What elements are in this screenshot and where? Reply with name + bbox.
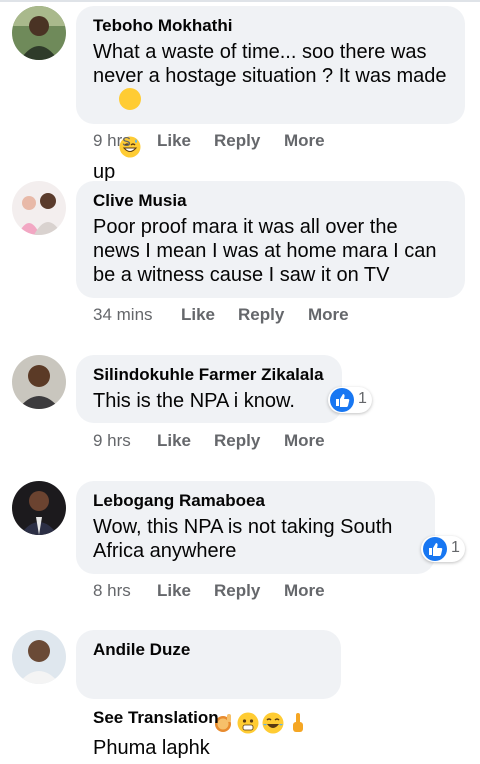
avatar[interactable]: [12, 481, 66, 535]
like-button[interactable]: Like: [157, 131, 191, 151]
comment-text: Wow, this NPA is not taking South Africa…: [93, 516, 397, 562]
comment-bubble: Andile Duze Phuma laphk: [76, 630, 341, 759]
comment-text: This is the NPA i know.: [93, 390, 295, 412]
see-translation-link[interactable]: See Translation: [93, 708, 219, 728]
comment-bubble: Lebogang Ramaboea Wow, this NPA is not t…: [76, 481, 435, 574]
like-button[interactable]: Like: [157, 581, 191, 601]
reply-button[interactable]: Reply: [214, 581, 260, 601]
reaction-badge[interactable]: 1: [421, 536, 465, 562]
tears-of-joy-emoji-icon: [262, 664, 284, 734]
timestamp[interactable]: 9 hrs: [93, 131, 131, 151]
comment-bubble: Silindokuhle Farmer Zikalala This is the…: [76, 355, 342, 423]
avatar[interactable]: [12, 6, 66, 60]
reaction-count: 1: [451, 539, 460, 556]
reply-button[interactable]: Reply: [214, 131, 260, 151]
reply-button[interactable]: Reply: [238, 305, 284, 325]
author-name[interactable]: Teboho Mokhathi: [93, 16, 449, 36]
more-button[interactable]: More: [284, 131, 325, 151]
comment-bubble: Teboho Mokhathi What a waste of time... …: [76, 6, 465, 183]
thumbs-up-icon: [423, 537, 447, 561]
author-name[interactable]: Clive Musia: [93, 191, 449, 211]
avatar[interactable]: [12, 630, 66, 684]
author-name[interactable]: Silindokuhle Farmer Zikalala: [93, 365, 326, 385]
pointing-up-emoji-icon: [287, 664, 309, 732]
reaction-badge[interactable]: 1: [328, 387, 372, 413]
author-name[interactable]: Andile Duze: [93, 640, 325, 660]
more-button[interactable]: More: [284, 581, 325, 601]
timestamp[interactable]: 34 mins: [93, 305, 153, 325]
reaction-count: 1: [358, 390, 367, 407]
timestamp[interactable]: 8 hrs: [93, 581, 131, 601]
comment-text: What a waste of time... soo there was ne…: [93, 41, 453, 183]
more-button[interactable]: More: [284, 431, 325, 451]
avatar[interactable]: [12, 355, 66, 409]
like-button[interactable]: Like: [157, 431, 191, 451]
author-name[interactable]: Lebogang Ramaboea: [93, 491, 419, 511]
grinning-sweat-emoji-icon: [119, 88, 142, 158]
more-button[interactable]: More: [308, 305, 349, 325]
avatar[interactable]: [12, 181, 66, 235]
thumbs-up-icon: [330, 388, 354, 412]
comment-text: Poor proof mara it was all over the news…: [93, 216, 443, 286]
astonished-emoji-icon: [237, 664, 259, 734]
timestamp[interactable]: 9 hrs: [93, 431, 131, 451]
like-button[interactable]: Like: [181, 305, 215, 325]
comment-bubble: Clive Musia Poor proof mara it was all o…: [76, 181, 465, 298]
top-divider: [0, 0, 480, 2]
reply-button[interactable]: Reply: [214, 431, 260, 451]
raising-hand-emoji-icon: [212, 664, 234, 732]
